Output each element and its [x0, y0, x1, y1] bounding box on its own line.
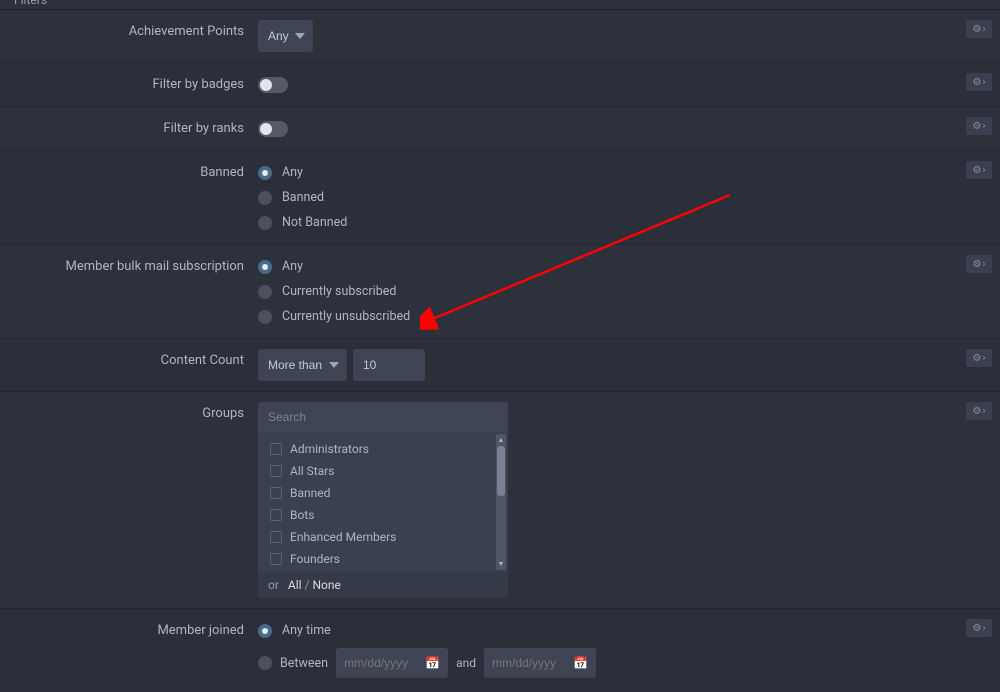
- groups-footer: or All / None: [258, 572, 508, 598]
- row-content-count: Content Count More than ⚙›: [0, 339, 1000, 392]
- radio-mail-any[interactable]: Any: [258, 259, 410, 274]
- date-from-field[interactable]: 📅: [336, 648, 448, 678]
- groups-list[interactable]: Administrators All Stars Banned Bots Enh…: [258, 432, 508, 572]
- toggle-filter-by-ranks[interactable]: [258, 121, 288, 137]
- radio-label: Any: [282, 165, 303, 180]
- select-content-count-operator[interactable]: More than: [258, 349, 347, 381]
- select-achievement-points[interactable]: Any: [258, 20, 313, 52]
- group-item[interactable]: Enhanced Members: [258, 526, 508, 548]
- date-from-input[interactable]: [344, 656, 424, 670]
- calendar-icon[interactable]: 📅: [425, 656, 440, 670]
- radio-banned-any[interactable]: Any: [258, 165, 347, 180]
- group-item[interactable]: Administrators: [258, 438, 508, 460]
- groups-multiselect: Administrators All Stars Banned Bots Enh…: [258, 402, 508, 598]
- radio-mail-unsubscribed[interactable]: Currently unsubscribed: [258, 309, 410, 324]
- label-achievement-points: Achievement Points: [0, 10, 258, 62]
- group-item[interactable]: All Stars: [258, 460, 508, 482]
- radio-banned-banned[interactable]: Banned: [258, 190, 347, 205]
- radio-joined-anytime[interactable]: Any time: [258, 623, 596, 638]
- row-member-bulk-mail: Member bulk mail subscription Any Curren…: [0, 245, 1000, 339]
- row-achievement-points: Achievement Points Any ⚙›: [0, 10, 1000, 63]
- radio-label: Any: [282, 259, 303, 274]
- gear-icon[interactable]: ⚙›: [966, 619, 992, 637]
- calendar-icon[interactable]: 📅: [573, 656, 588, 670]
- group-item[interactable]: Bots: [258, 504, 508, 526]
- row-member-joined: Member joined Any time Between 📅 and 📅: [0, 609, 1000, 692]
- gear-icon[interactable]: ⚙›: [966, 349, 992, 367]
- radio-label: Currently unsubscribed: [282, 309, 410, 324]
- row-filter-by-ranks: Filter by ranks ⚙›: [0, 107, 1000, 151]
- groups-select-none[interactable]: None: [312, 578, 340, 592]
- date-to-input[interactable]: [492, 656, 572, 670]
- gear-icon[interactable]: ⚙›: [966, 161, 992, 179]
- row-filter-by-badges: Filter by badges ⚙›: [0, 63, 1000, 107]
- input-content-count-value[interactable]: [353, 349, 425, 381]
- gear-icon[interactable]: ⚙›: [966, 255, 992, 273]
- groups-search-input[interactable]: [258, 402, 508, 432]
- radio-joined-between[interactable]: Between 📅 and 📅: [258, 648, 596, 678]
- scroll-up-arrow-icon[interactable]: ▲: [496, 434, 507, 446]
- radio-label: Not Banned: [282, 215, 347, 230]
- gear-icon[interactable]: ⚙›: [966, 402, 992, 420]
- gear-icon[interactable]: ⚙›: [966, 20, 992, 38]
- label-member-bulk-mail: Member bulk mail subscription: [0, 245, 258, 338]
- radio-label: Between: [280, 656, 328, 671]
- radio-label: Banned: [282, 190, 324, 205]
- group-item[interactable]: Global Moderators: [258, 570, 508, 572]
- radio-mail-subscribed[interactable]: Currently subscribed: [258, 284, 410, 299]
- label-content-count: Content Count: [0, 339, 258, 391]
- date-to-field[interactable]: 📅: [484, 648, 596, 678]
- filters-section-header: Filters: [0, 0, 1000, 10]
- radio-label: Currently subscribed: [282, 284, 396, 299]
- label-member-joined: Member joined: [0, 609, 258, 692]
- radio-banned-not-banned[interactable]: Not Banned: [258, 215, 347, 230]
- group-item[interactable]: Banned: [258, 482, 508, 504]
- label-banned: Banned: [0, 151, 258, 244]
- label-filter-by-badges: Filter by badges: [0, 63, 258, 106]
- label-filter-by-ranks: Filter by ranks: [0, 107, 258, 150]
- scroll-thumb[interactable]: [497, 446, 505, 496]
- scroll-down-arrow-icon[interactable]: ▼: [496, 558, 507, 570]
- toggle-filter-by-badges[interactable]: [258, 77, 288, 93]
- row-groups: Groups Administrators All Stars Banned B…: [0, 392, 1000, 609]
- group-item[interactable]: Founders: [258, 548, 508, 570]
- scrollbar[interactable]: ▲ ▼: [496, 434, 506, 570]
- radio-label: Any time: [282, 623, 331, 638]
- and-label: and: [456, 656, 476, 670]
- label-groups: Groups: [0, 392, 258, 608]
- gear-icon[interactable]: ⚙›: [966, 73, 992, 91]
- groups-select-all[interactable]: All: [288, 578, 302, 592]
- row-banned: Banned Any Banned Not Banned ⚙›: [0, 151, 1000, 245]
- gear-icon[interactable]: ⚙›: [966, 117, 992, 135]
